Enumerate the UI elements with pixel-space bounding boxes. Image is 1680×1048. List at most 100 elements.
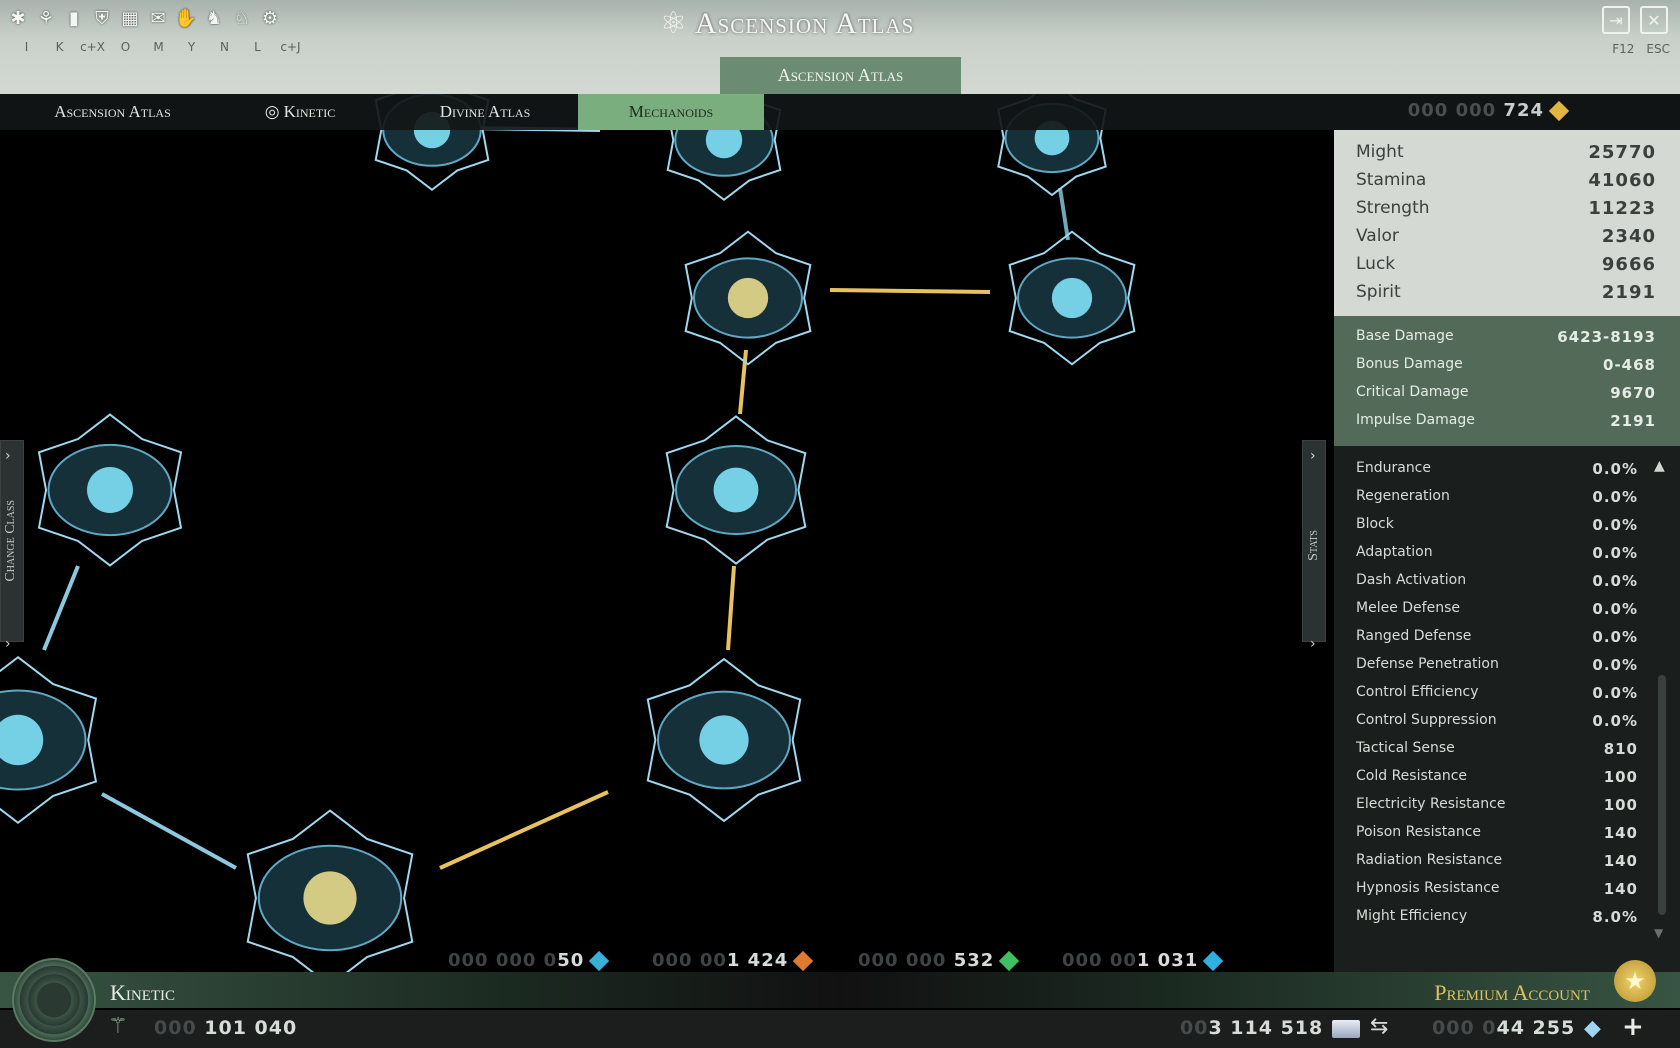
stat-label: Impulse Damage bbox=[1356, 412, 1475, 428]
stat-row: Valor 2340 bbox=[1356, 226, 1656, 247]
credits-value: 003 114 518 bbox=[1180, 1017, 1323, 1039]
gear-icon[interactable]: ⚙ bbox=[258, 6, 282, 30]
chevron-right-icon: › bbox=[1310, 448, 1316, 464]
stat-value: 9666 bbox=[1601, 254, 1656, 275]
atlas-link bbox=[1058, 187, 1070, 241]
stat-value: 0.0% bbox=[1592, 488, 1638, 506]
squad-icon[interactable]: ✱ bbox=[6, 6, 30, 30]
premium-star-icon[interactable]: ★ bbox=[1614, 960, 1656, 1002]
damage-row: Bonus Damage 0-468 bbox=[1356, 356, 1656, 374]
horse-icon[interactable]: ♘ bbox=[230, 6, 254, 30]
credits-amount: 3 114 518 bbox=[1208, 1017, 1324, 1039]
secondary-stat-row: Control Suppression 0.0% bbox=[1356, 712, 1638, 730]
graph-icon[interactable]: ⚘ bbox=[34, 6, 58, 30]
scroll-up-icon[interactable]: ▲ bbox=[1654, 458, 1665, 474]
stat-label: Regeneration bbox=[1356, 488, 1450, 504]
resource-value: 532 bbox=[953, 950, 995, 971]
blue-cube-icon bbox=[589, 950, 610, 972]
stat-row: Luck 9666 bbox=[1356, 254, 1656, 275]
window-control-keys: F12 ESC bbox=[1612, 42, 1670, 56]
stat-label: Base Damage bbox=[1356, 328, 1454, 344]
hotkey-label: Y bbox=[187, 40, 196, 54]
atlas-node[interactable] bbox=[684, 230, 812, 366]
atlas-node[interactable] bbox=[246, 809, 414, 987]
stat-label: Bonus Damage bbox=[1356, 356, 1463, 372]
primary-stats: Might 25770 Stamina 41060 Strength 11223 Valor… bbox=[1334, 130, 1680, 316]
stat-label: Electricity Resistance bbox=[1356, 796, 1506, 812]
tab-ascension-atlas[interactable]: Ascension Atlas bbox=[20, 94, 205, 130]
secondary-stat-row: Regeneration 0.0% bbox=[1356, 488, 1638, 506]
stat-value: 0.0% bbox=[1592, 712, 1638, 730]
stat-label: Critical Damage bbox=[1356, 384, 1469, 400]
stat-label: Luck bbox=[1356, 254, 1396, 274]
experience-icon: ⚚ bbox=[108, 1014, 128, 1039]
handshake-icon[interactable]: ✋ bbox=[174, 6, 198, 30]
stat-value: 0.0% bbox=[1592, 572, 1638, 590]
fox-icon[interactable]: ♞ bbox=[202, 6, 226, 30]
stat-label: Hypnosis Resistance bbox=[1356, 880, 1500, 896]
secondary-stat-row: Hypnosis Resistance 140 bbox=[1356, 880, 1638, 898]
window-controls: ⇥ ✕ bbox=[1602, 6, 1668, 34]
stat-value: 0.0% bbox=[1592, 516, 1638, 534]
premium-account[interactable]: Premium Account bbox=[1434, 980, 1590, 1006]
stat-value: 0.0% bbox=[1592, 600, 1638, 618]
scrollbar[interactable] bbox=[1658, 675, 1666, 915]
close-hotkey: ESC bbox=[1646, 42, 1670, 56]
chevron-right-icon: › bbox=[5, 636, 11, 652]
atlas-node[interactable] bbox=[37, 413, 183, 567]
gold-cube-icon bbox=[1548, 100, 1570, 122]
gems-dim: 000 0 bbox=[1432, 1017, 1497, 1039]
stat-value: 8.0% bbox=[1592, 908, 1638, 926]
chevron-right-icon: › bbox=[5, 448, 11, 464]
resource-dim: 000 000 bbox=[858, 950, 954, 971]
stat-value: 140 bbox=[1603, 880, 1638, 898]
window-title: ⚛ Ascension Atlas bbox=[660, 6, 914, 41]
atlas-node[interactable] bbox=[646, 657, 802, 823]
gems-value: 000 044 255 bbox=[1432, 1017, 1575, 1039]
tab-divine-atlas[interactable]: Divine Atlas bbox=[400, 94, 570, 130]
secondary-stat-row: Poison Resistance 140 bbox=[1356, 824, 1638, 842]
class-emblem-icon[interactable] bbox=[12, 958, 96, 1042]
stats-chart-icon[interactable]: ▮ bbox=[62, 6, 86, 30]
hotkey-label: c+X bbox=[80, 40, 105, 54]
exit-icon[interactable]: ⇥ bbox=[1602, 6, 1630, 34]
stat-label: Strength bbox=[1356, 198, 1430, 218]
atlas-node[interactable] bbox=[665, 415, 807, 565]
stat-value: 0.0% bbox=[1592, 684, 1638, 702]
scroll-down-icon[interactable]: ▼ bbox=[1654, 926, 1663, 940]
shield-icon[interactable]: ⛨ bbox=[90, 6, 114, 30]
stat-value: 0.0% bbox=[1592, 656, 1638, 674]
title-tab[interactable]: Ascension Atlas bbox=[720, 57, 961, 94]
secondary-stat-row: Endurance 0.0% bbox=[1356, 460, 1638, 478]
chat-icon[interactable]: ✉ bbox=[146, 6, 170, 30]
hotkey-label: N bbox=[220, 40, 229, 54]
stat-label: Cold Resistance bbox=[1356, 768, 1468, 784]
add-gems-button[interactable]: + bbox=[1622, 1012, 1644, 1042]
stat-value: 140 bbox=[1603, 852, 1638, 870]
stat-value: 140 bbox=[1603, 824, 1638, 842]
currency-value: 724 bbox=[1503, 100, 1544, 121]
atlas-node[interactable] bbox=[0, 655, 98, 825]
stat-value: 41060 bbox=[1588, 170, 1656, 191]
atlas-icon: ⚛ bbox=[660, 6, 687, 41]
page-title: Ascension Atlas bbox=[694, 6, 915, 40]
credit-card-icon bbox=[1332, 1020, 1360, 1038]
tab-kinetic[interactable]: ◎ Kinetic bbox=[230, 94, 370, 130]
stat-value: 2191 bbox=[1601, 282, 1656, 303]
resource-value: 1 031 bbox=[1136, 950, 1199, 971]
diamond-icon: ◆ bbox=[1584, 1016, 1601, 1041]
atlas-node[interactable] bbox=[1008, 230, 1136, 366]
exchange-icon[interactable]: ⇆ bbox=[1370, 1014, 1388, 1039]
close-icon[interactable]: ✕ bbox=[1640, 6, 1668, 34]
stat-label: Spirit bbox=[1356, 282, 1401, 302]
tab-mechanoids[interactable]: Mechanoids bbox=[578, 94, 764, 130]
stat-row: Might 25770 bbox=[1356, 142, 1656, 163]
stat-value: 11223 bbox=[1588, 198, 1656, 219]
tab-label: Kinetic bbox=[283, 102, 336, 121]
hotkey-labels: I K c+X O M Y N L c+J bbox=[10, 40, 307, 54]
stat-value: 2340 bbox=[1601, 226, 1656, 247]
stat-label: Block bbox=[1356, 516, 1394, 532]
damage-row: Base Damage 6423-8193 bbox=[1356, 328, 1656, 346]
map-icon[interactable]: ▦ bbox=[118, 6, 142, 30]
stat-row: Stamina 41060 bbox=[1356, 170, 1656, 191]
